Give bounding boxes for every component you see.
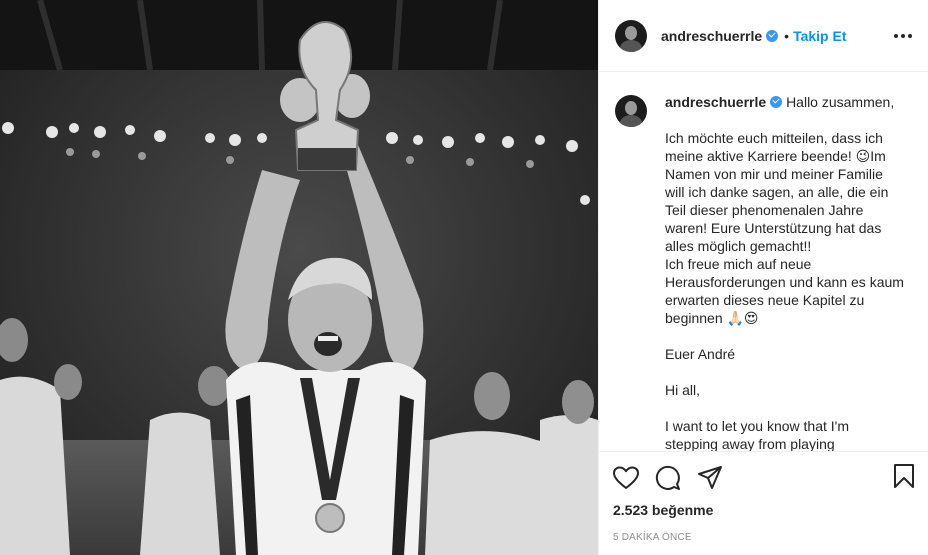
avatar-face <box>625 101 637 115</box>
more-options-icon[interactable] <box>894 33 912 38</box>
post-container: andreschuerrle • Takip Et andreschuerrle… <box>0 0 928 555</box>
caption-row: andreschuerrle Hallo zusammen, Ich möcht… <box>599 73 928 451</box>
header-username[interactable]: andreschuerrle <box>661 28 762 44</box>
share-icon[interactable] <box>697 465 723 491</box>
verified-badge-icon <box>770 96 783 108</box>
avatar[interactable] <box>615 19 647 52</box>
post-photo[interactable] <box>0 0 598 555</box>
avatar-body <box>620 39 642 52</box>
comments-area[interactable]: andreschuerrle Hallo zusammen, Ich möcht… <box>599 73 928 451</box>
action-icons-right <box>892 463 916 494</box>
caption-text: andreschuerrle Hallo zusammen, Ich möcht… <box>665 93 905 451</box>
header-separator: • <box>784 27 790 44</box>
verified-badge-icon <box>766 29 779 42</box>
caption-body: Hallo zusammen, Ich möchte euch mitteile… <box>665 94 904 451</box>
action-icons-left <box>613 465 723 491</box>
post-timestamp[interactable]: 5 DAKİKA ÖNCE <box>613 532 916 543</box>
post-actions: 2.523 beğenme 5 DAKİKA ÖNCE <box>599 451 928 555</box>
likes-count[interactable]: 2.523 beğenme <box>613 502 916 518</box>
comment-icon[interactable] <box>655 465 681 491</box>
caption-avatar[interactable] <box>615 95 647 127</box>
avatar-body <box>620 115 642 127</box>
post-header: andreschuerrle • Takip Et <box>599 0 928 72</box>
follow-button[interactable]: Takip Et <box>793 28 846 44</box>
post-side-panel: andreschuerrle • Takip Et andreschuerrle… <box>598 0 928 555</box>
caption-username[interactable]: andreschuerrle <box>665 94 766 110</box>
avatar-face <box>625 25 637 40</box>
heart-icon[interactable] <box>613 466 639 490</box>
bookmark-icon[interactable] <box>892 463 916 489</box>
action-icons <box>613 460 916 496</box>
post-image <box>0 0 598 555</box>
